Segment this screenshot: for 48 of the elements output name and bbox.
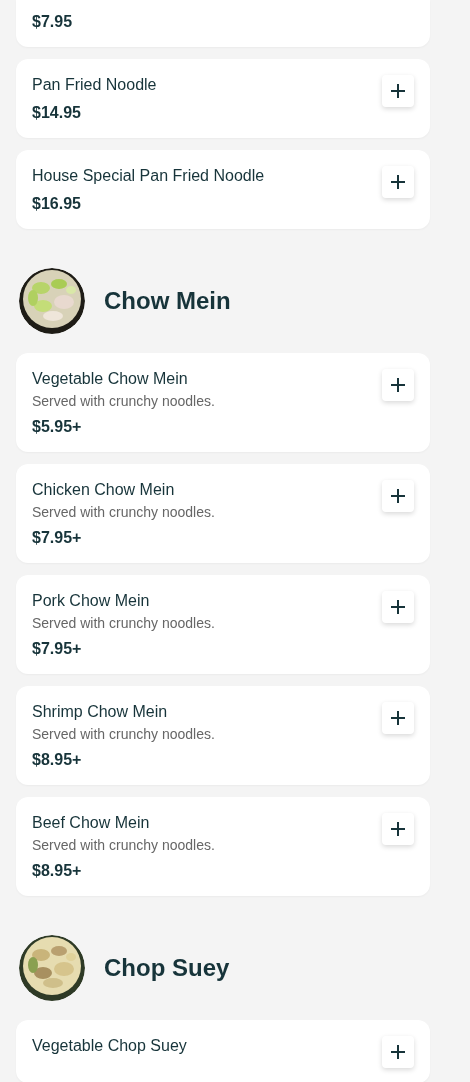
menu-item-card[interactable]: Pork Chow Mein Served with crunchy noodles. $7.95+ bbox=[16, 575, 430, 674]
menu-item-card[interactable]: Beef Chow Mein Served with crunchy noodles. $8.95+ bbox=[16, 797, 430, 896]
add-button[interactable] bbox=[382, 813, 414, 845]
item-name: Beef Chow Mein bbox=[32, 813, 151, 833]
plus-icon bbox=[390, 377, 406, 393]
item-description: Served with crunchy noodles. bbox=[32, 837, 215, 853]
plus-icon bbox=[390, 488, 406, 504]
item-price: $7.95+ bbox=[32, 528, 83, 548]
item-description: Served with crunchy noodles. bbox=[32, 393, 215, 409]
menu-item-card[interactable]: Shrimp Chow Mein Served with crunchy noodles. $8.95+ bbox=[16, 686, 430, 785]
plus-icon bbox=[390, 710, 406, 726]
add-button[interactable] bbox=[382, 591, 414, 623]
category-title: Chow Mein bbox=[104, 287, 231, 315]
item-description: Served with crunchy noodles. bbox=[32, 726, 215, 742]
menu-item-card[interactable]: House Special Pan Fried Noodle $16.95 bbox=[16, 150, 430, 229]
item-name: Vegetable Chop Suey bbox=[32, 1036, 187, 1056]
add-button[interactable] bbox=[382, 75, 414, 107]
item-name: Pan Fried Noodle bbox=[32, 75, 157, 95]
plus-icon bbox=[390, 821, 406, 837]
item-price: $16.95 bbox=[32, 194, 82, 214]
menu-item-card[interactable]: Chicken Chow Mein Served with crunchy noodles. $7.95+ bbox=[16, 464, 430, 563]
menu-item-card[interactable]: $7.95 bbox=[16, 0, 430, 47]
item-name: Pork Chow Mein bbox=[32, 591, 151, 611]
item-name: Shrimp Chow Mein bbox=[32, 702, 169, 722]
menu-item-card[interactable]: Vegetable Chow Mein Served with crunchy noodles. $5.95+ bbox=[16, 353, 430, 452]
plus-icon bbox=[390, 599, 406, 615]
item-description: Served with crunchy noodles. bbox=[32, 615, 215, 631]
item-name: Vegetable Chow Mein bbox=[32, 369, 189, 389]
item-name: Chicken Chow Mein bbox=[32, 480, 176, 500]
add-button[interactable] bbox=[382, 166, 414, 198]
add-button[interactable] bbox=[382, 369, 414, 401]
item-price: $7.95+ bbox=[32, 639, 83, 659]
plus-icon bbox=[390, 83, 406, 99]
category-title: Chop Suey bbox=[104, 954, 230, 982]
add-button[interactable] bbox=[382, 702, 414, 734]
item-price: $14.95 bbox=[32, 103, 82, 123]
item-price: $8.95+ bbox=[32, 750, 83, 770]
menu-item-card[interactable]: Vegetable Chop Suey bbox=[16, 1020, 430, 1082]
item-price: $8.95+ bbox=[32, 861, 83, 881]
item-price: $5.95+ bbox=[32, 417, 83, 437]
item-name: House Special Pan Fried Noodle bbox=[32, 166, 265, 186]
item-price: $7.95 bbox=[32, 12, 73, 32]
menu-item-card[interactable]: Pan Fried Noodle $14.95 bbox=[16, 59, 430, 138]
plus-icon bbox=[390, 1044, 406, 1060]
plus-icon bbox=[390, 174, 406, 190]
add-button[interactable] bbox=[382, 1036, 414, 1068]
add-button[interactable] bbox=[382, 480, 414, 512]
item-description: Served with crunchy noodles. bbox=[32, 504, 215, 520]
